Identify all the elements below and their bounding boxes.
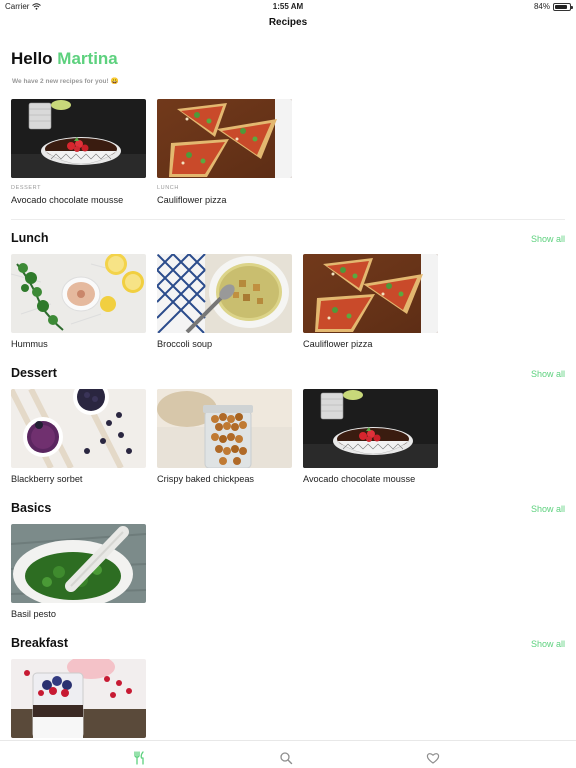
recipe-card-broccoli-soup[interactable]: Broccoli soup [157, 254, 292, 349]
recipe-image [11, 389, 146, 468]
recipe-card-avocado-mousse[interactable]: Avocado chocolate mousse [303, 389, 438, 484]
greeting-hello: Hello [11, 49, 53, 68]
heart-icon [426, 751, 440, 765]
recipe-image [303, 254, 438, 333]
recipe-category: LUNCH [157, 185, 179, 191]
recipe-image [11, 659, 146, 738]
tab-favorites[interactable] [426, 751, 440, 765]
section-divider [11, 219, 565, 220]
show-all-dessert-link[interactable]: Show all [531, 369, 565, 379]
recipe-title: Hummus [11, 339, 48, 349]
utensils-icon [132, 751, 146, 765]
tab-bar [0, 740, 576, 768]
recipe-card-blackberry-sorbet[interactable]: Blackberry sorbet [11, 389, 146, 484]
recipe-image [157, 99, 292, 178]
featured-card-mousse[interactable]: DESSERT Avocado chocolate mousse [11, 99, 146, 205]
recipe-card-hummus[interactable]: Hummus [11, 254, 146, 349]
show-all-breakfast-link[interactable]: Show all [531, 639, 565, 649]
recipe-title: Basil pesto [11, 609, 56, 619]
recipe-title: Cauliflower pizza [303, 339, 373, 349]
greeting-subtitle: We have 2 new recipes for you! 😀 [12, 78, 119, 85]
featured-card-pizza[interactable]: LUNCH Cauliflower pizza [157, 99, 292, 205]
battery-percent: 84% [533, 2, 550, 11]
show-all-lunch-link[interactable]: Show all [531, 234, 565, 244]
battery-group: 84% [533, 2, 573, 11]
tab-search[interactable] [279, 751, 293, 765]
recipe-image [157, 389, 292, 468]
recipe-card-cauliflower-pizza[interactable]: Cauliflower pizza [303, 254, 438, 349]
section-title-basics: Basics [11, 501, 52, 515]
recipe-image [11, 99, 146, 178]
show-all-basics-link[interactable]: Show all [531, 504, 565, 514]
recipe-title: Blackberry sorbet [11, 474, 83, 484]
recipe-title: Broccoli soup [157, 339, 213, 349]
greeting-heading: Hello Martina [11, 49, 118, 69]
recipe-title: Crispy baked chickpeas [157, 474, 255, 484]
section-title-dessert: Dessert [11, 366, 57, 380]
recipe-title: Cauliflower pizza [157, 195, 227, 205]
recipe-image [157, 254, 292, 333]
recipe-image [11, 524, 146, 603]
section-title-lunch: Lunch [11, 231, 49, 245]
recipe-card-basil-pesto[interactable]: Basil pesto [11, 524, 146, 619]
status-time: 1:55 AM [272, 2, 304, 11]
section-title-breakfast: Breakfast [11, 636, 68, 650]
recipe-card-crispy-chickpeas[interactable]: Crispy baked chickpeas [157, 389, 292, 484]
recipe-card-breakfast[interactable] [11, 659, 146, 738]
battery-icon [553, 2, 573, 11]
greeting-name: Martina [57, 49, 118, 68]
recipe-title: Avocado chocolate mousse [303, 474, 416, 484]
search-icon [279, 751, 293, 765]
tab-recipes[interactable] [132, 751, 146, 765]
recipe-category: DESSERT [11, 185, 42, 191]
nav-title: Recipes [268, 17, 308, 28]
recipe-image [11, 254, 146, 333]
recipe-image [303, 389, 438, 468]
recipe-title: Avocado chocolate mousse [11, 195, 124, 205]
status-bar: Carrier 1:55 AM 84% [0, 0, 576, 12]
